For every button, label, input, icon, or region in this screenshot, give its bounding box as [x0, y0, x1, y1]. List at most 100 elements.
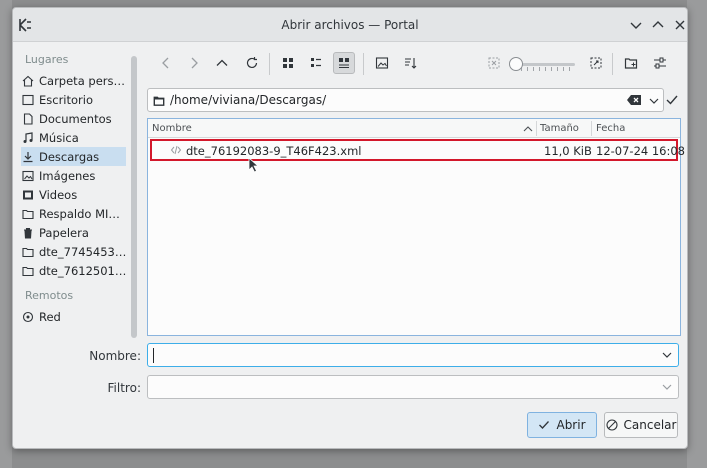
name-field[interactable]	[147, 343, 679, 367]
place-network[interactable]: Red	[21, 307, 126, 326]
options-button[interactable]	[649, 52, 671, 74]
back-icon	[162, 57, 169, 69]
compact-view-icon	[311, 58, 321, 67]
file-size: 11,0 KiB	[544, 144, 592, 158]
settings-sliders-icon	[654, 57, 666, 69]
network-icon	[21, 310, 35, 324]
section-title-remotes: Remotos	[25, 289, 74, 302]
file-date: 12-07-24 16:08	[596, 144, 685, 158]
new-folder-button[interactable]	[620, 52, 642, 74]
icons-view-button[interactable]	[277, 52, 299, 74]
cancel-icon	[605, 419, 618, 431]
document-icon	[21, 112, 35, 126]
place-label: Respaldo MI…	[39, 206, 120, 221]
place-dte-folder-1[interactable]: dte_7745453…	[21, 242, 126, 261]
checkmark-icon	[538, 419, 550, 431]
back-button[interactable]	[155, 52, 177, 74]
text-caret	[153, 348, 154, 363]
file-list[interactable]: Nombre Tamaño Fecha dte_76192083-9_T46F4…	[147, 118, 685, 336]
place-videos[interactable]: Videos	[21, 185, 126, 204]
filter-field[interactable]	[147, 375, 679, 399]
desktop-icon	[21, 93, 35, 107]
folder-icon	[21, 245, 35, 259]
place-desktop[interactable]: Escritorio	[21, 90, 126, 109]
folder-icon	[21, 207, 35, 221]
table-row[interactable]: dte_76192083-9_T46F423.xml 11,0 KiB 12-0…	[150, 139, 685, 161]
place-images[interactable]: Imágenes	[21, 166, 126, 185]
mouse-cursor-icon	[248, 157, 260, 173]
zoom-in-icon	[590, 57, 602, 69]
background-app-right	[687, 0, 707, 468]
sort-ascending-icon	[523, 126, 533, 132]
place-label: Carpeta pers…	[39, 73, 125, 88]
new-folder-icon	[624, 58, 638, 69]
chevron-down-icon[interactable]	[648, 95, 660, 107]
sidebar-scrollbar[interactable]	[131, 56, 137, 338]
place-label: Documentos	[39, 111, 112, 126]
file-list-header: Nombre Tamaño Fecha	[148, 119, 680, 138]
close-icon[interactable]	[672, 17, 688, 33]
place-music[interactable]: Música	[21, 128, 126, 147]
xml-file-icon	[170, 145, 182, 155]
minimize-icon[interactable]	[628, 17, 644, 33]
place-label: Música	[39, 130, 79, 145]
grid-view-icon	[283, 58, 293, 68]
reload-button[interactable]	[241, 52, 263, 74]
zoom-in-button[interactable]	[585, 52, 607, 74]
place-label: Videos	[39, 187, 78, 202]
sort-icon	[405, 58, 417, 69]
folder-icon	[21, 264, 35, 278]
download-icon	[21, 150, 35, 164]
clear-text-icon[interactable]	[626, 94, 642, 106]
toolbar-separator	[269, 53, 270, 75]
zoom-out-button[interactable]	[483, 52, 505, 74]
place-home[interactable]: Carpeta pers…	[21, 71, 126, 90]
image-icon	[21, 169, 35, 183]
place-trash[interactable]: Papelera	[21, 223, 126, 242]
forward-icon	[191, 57, 198, 69]
forward-button[interactable]	[183, 52, 205, 74]
place-documents[interactable]: Documentos	[21, 109, 126, 128]
column-header-date[interactable]: Fecha	[596, 123, 625, 134]
place-label: dte_7745453…	[39, 244, 126, 259]
place-dte-folder-2[interactable]: dte_7612501…	[21, 261, 126, 280]
chevron-down-icon[interactable]	[660, 348, 674, 362]
name-field-label: Nombre:	[89, 349, 141, 363]
cancel-button-label: Cancelar	[623, 418, 677, 432]
open-button-label: Abrir	[556, 418, 586, 432]
parent-folder-button[interactable]	[211, 52, 233, 74]
toolbar-separator	[363, 53, 364, 75]
location-bar[interactable]: /home/viviana/Descargas/	[147, 88, 664, 112]
open-button[interactable]: Abrir	[527, 412, 597, 438]
sort-button[interactable]	[399, 52, 421, 74]
place-label: Escritorio	[39, 92, 94, 107]
place-backup[interactable]: Respaldo MI…	[21, 204, 126, 223]
place-label: Descargas	[39, 149, 100, 164]
column-header-size[interactable]: Tamaño	[540, 123, 579, 134]
background-app-left	[0, 0, 12, 468]
compact-view-button[interactable]	[305, 52, 327, 74]
cancel-button[interactable]: Cancelar	[604, 412, 678, 438]
column-header-name[interactable]: Nombre	[152, 123, 192, 134]
place-label: Red	[39, 309, 61, 324]
filter-field-label: Filtro:	[107, 381, 141, 395]
details-view-icon	[339, 58, 349, 69]
chevron-down-icon[interactable]	[660, 380, 674, 394]
trash-icon	[21, 226, 35, 240]
details-view-button[interactable]	[333, 52, 355, 74]
music-icon	[21, 131, 35, 145]
toolbar-separator	[612, 53, 613, 75]
place-label: Papelera	[39, 225, 89, 240]
column-divider	[591, 121, 592, 136]
preview-button[interactable]	[371, 52, 393, 74]
place-label: dte_7612501…	[39, 263, 126, 278]
zoom-slider[interactable]	[509, 57, 579, 71]
reload-icon	[246, 57, 258, 69]
zoom-slider-handle[interactable]	[509, 57, 523, 71]
location-path: /home/viviana/Descargas/	[170, 93, 327, 107]
confirm-path-icon[interactable]	[665, 93, 679, 107]
place-downloads[interactable]: Descargas	[21, 147, 126, 166]
video-icon	[21, 188, 35, 202]
maximize-icon[interactable]	[650, 17, 666, 33]
folder-icon	[153, 96, 165, 106]
